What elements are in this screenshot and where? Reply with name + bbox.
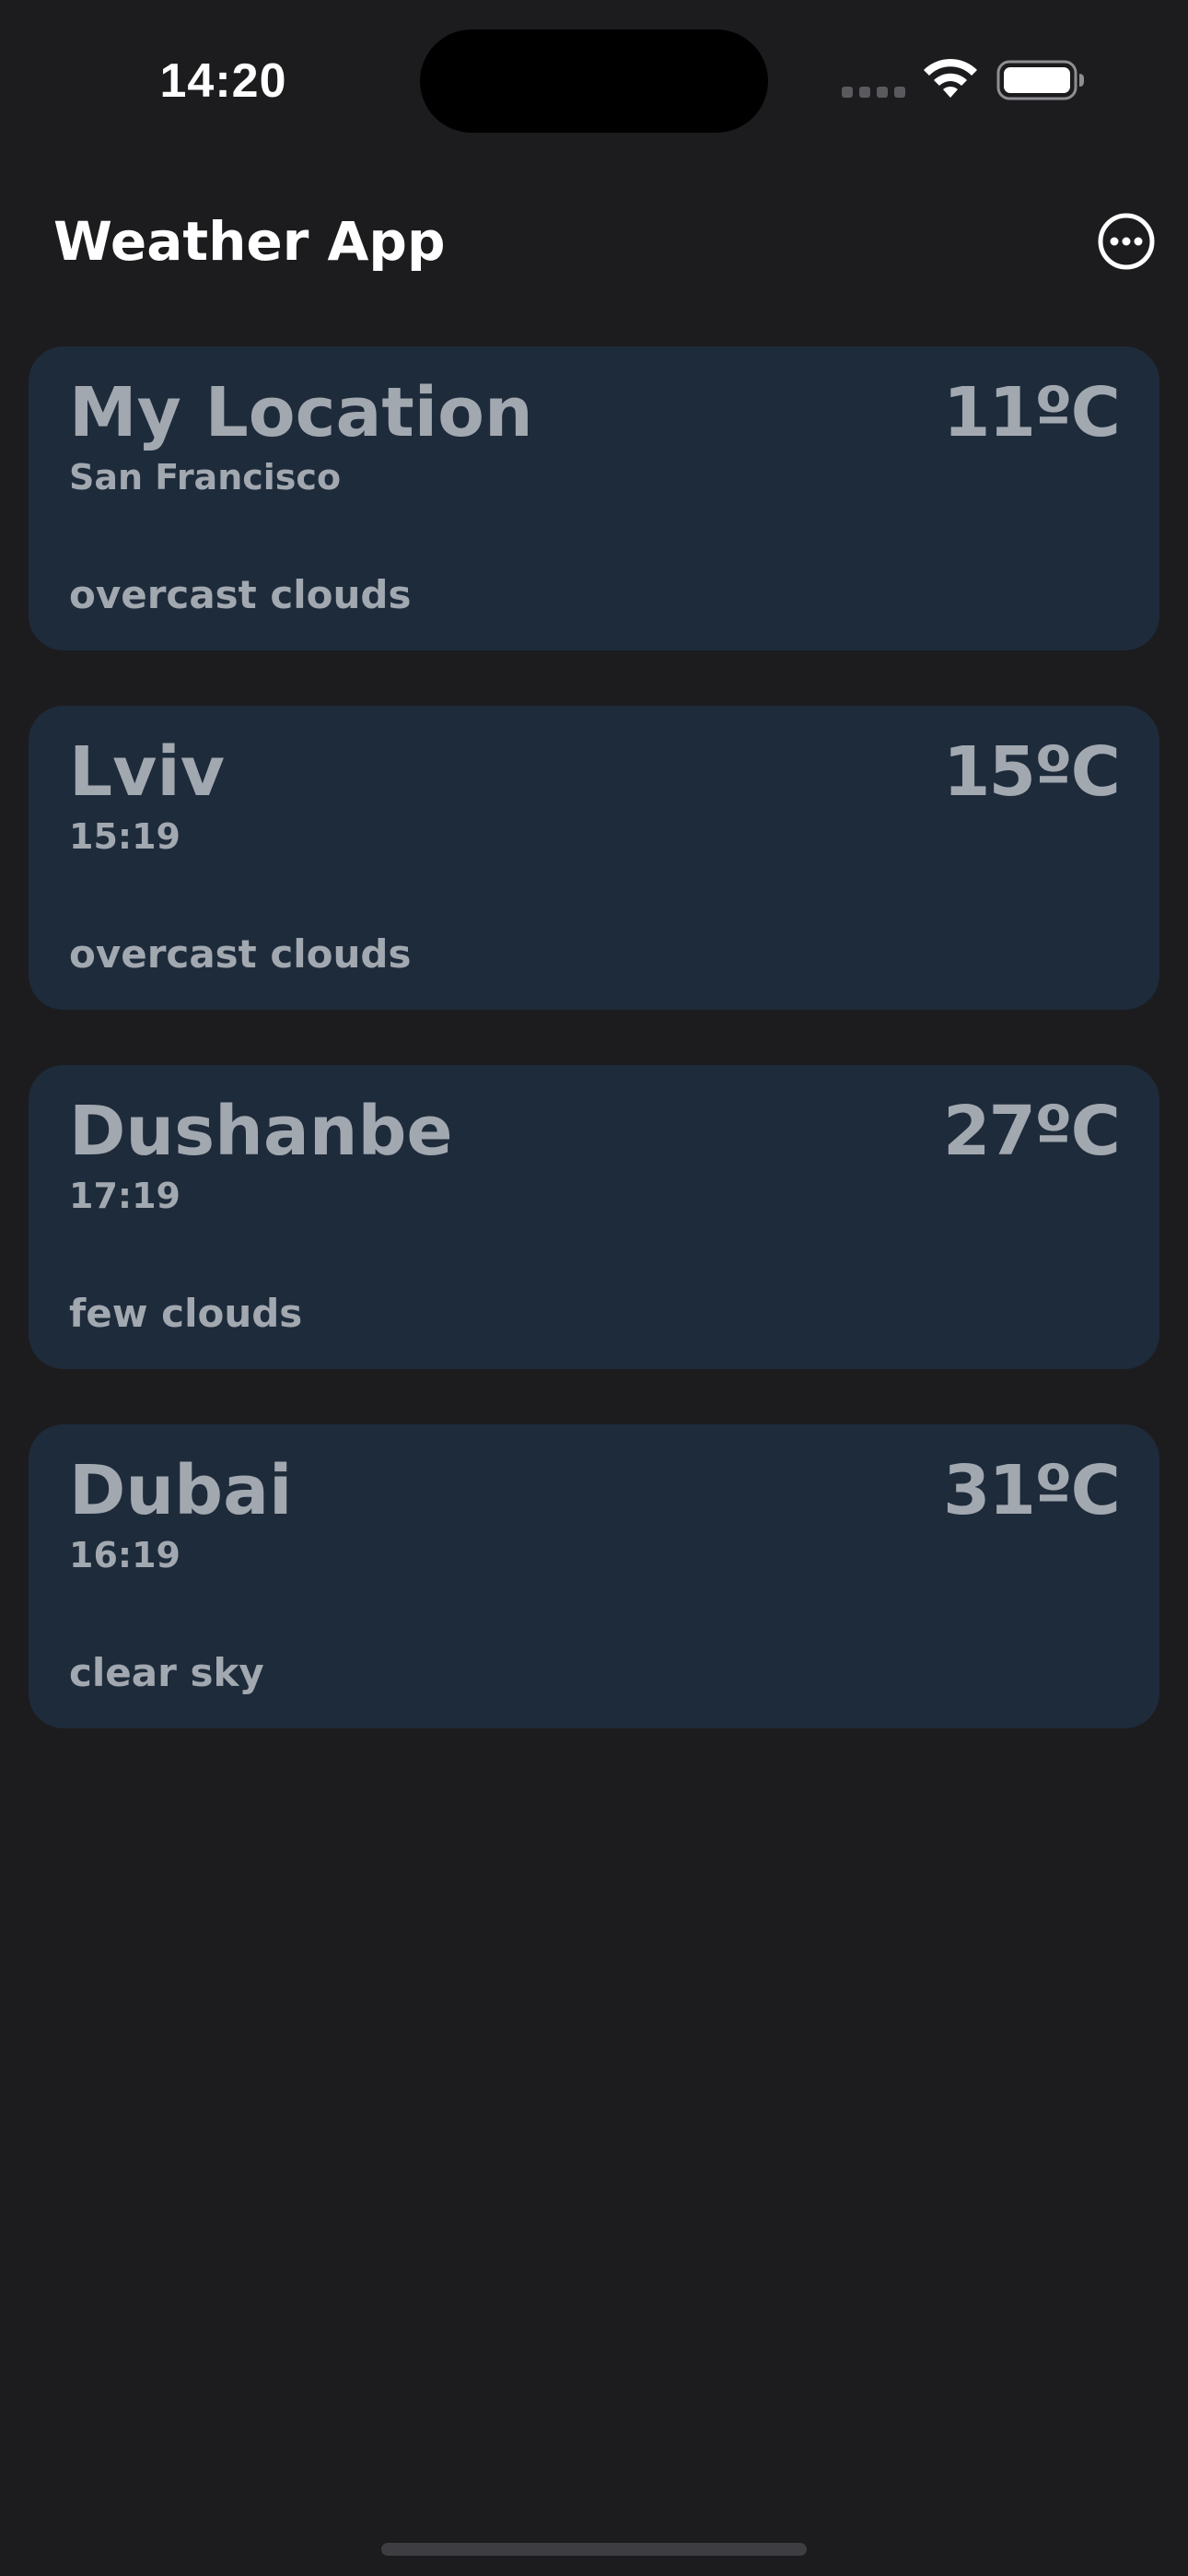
weather-description: overcast clouds [69, 931, 412, 977]
location-name: Dubai [69, 1451, 293, 1530]
weather-description: few clouds [69, 1291, 303, 1336]
location-name: Dushanbe [69, 1092, 453, 1171]
wifi-icon [924, 58, 977, 98]
location-temperature: 11ºC [942, 373, 1121, 452]
battery-icon [996, 60, 1084, 100]
location-name: Lviv [69, 732, 225, 812]
home-indicator[interactable] [381, 2543, 807, 2556]
location-card-lviv[interactable]: Lviv 15ºC 15:19 overcast clouds [29, 706, 1159, 1010]
location-card-dushanbe[interactable]: Dushanbe 27ºC 17:19 few clouds [29, 1065, 1159, 1369]
weather-description: clear sky [69, 1650, 264, 1695]
location-subtitle: San Francisco [69, 457, 342, 498]
cellular-signal-icon [842, 87, 906, 98]
more-options-button[interactable] [1097, 212, 1156, 271]
location-local-time: 15:19 [69, 816, 181, 857]
ellipsis-icon [1110, 237, 1119, 246]
dynamic-island [420, 29, 768, 133]
location-local-time: 17:19 [69, 1176, 181, 1216]
location-name: My Location [69, 373, 533, 452]
location-card-dubai[interactable]: Dubai 31ºC 16:19 clear sky [29, 1424, 1159, 1728]
location-local-time: 16:19 [69, 1535, 181, 1575]
location-temperature: 15ºC [942, 732, 1121, 812]
location-temperature: 31ºC [942, 1451, 1121, 1530]
status-time: 14:20 [159, 54, 287, 108]
location-card-my-location[interactable]: My Location 11ºC San Francisco overcast … [29, 346, 1159, 650]
location-temperature: 27ºC [942, 1092, 1121, 1171]
page-title: Weather App [53, 210, 446, 273]
weather-description: overcast clouds [69, 572, 412, 617]
